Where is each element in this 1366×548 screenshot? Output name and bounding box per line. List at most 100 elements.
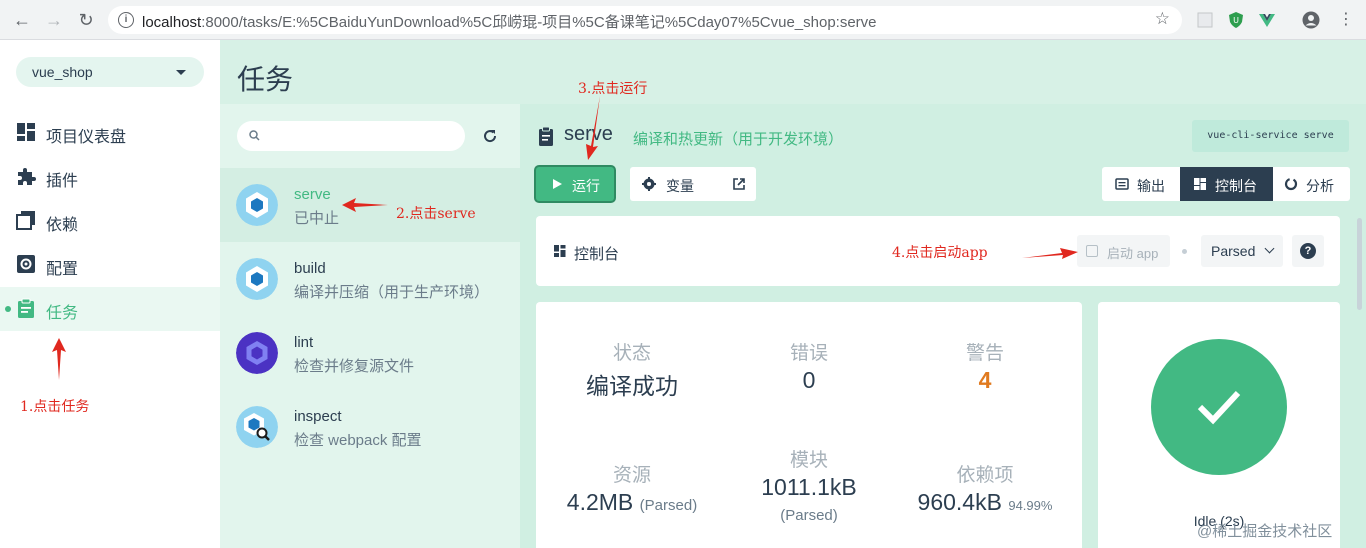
run-label: 运行	[572, 178, 600, 194]
arrow-down-icon	[586, 96, 600, 160]
sidebar-item-config[interactable]: 配置	[0, 243, 220, 287]
task-name: lint	[294, 334, 314, 351]
command-badge: vue-cli-service serve	[1192, 120, 1349, 152]
stat-label: 模块	[789, 450, 828, 471]
stat-label: 依赖项	[956, 465, 1014, 486]
status-card: Idle (2s)	[1098, 302, 1340, 548]
inspect-icon	[236, 406, 278, 448]
donut-chart-icon	[1284, 177, 1298, 191]
tab-analyze[interactable]: 分析	[1273, 167, 1350, 201]
stat-number: 4.2MB	[566, 489, 634, 515]
stat-status: 状态 编译成功	[547, 338, 717, 401]
annotation-step-2: 2.点击serve	[396, 206, 476, 222]
address-bar[interactable]: i localhost:8000/tasks/E:%5CBaiduYunDown…	[108, 6, 1182, 34]
success-indicator	[1151, 339, 1287, 475]
task-search-input[interactable]	[237, 121, 465, 151]
arrow-right-icon	[1022, 248, 1078, 259]
stat-value: 编译成功	[586, 373, 678, 399]
stat-assets: 资源 4.2MB (Parsed)	[547, 460, 717, 516]
stat-modules: 模块 1011.1kB (Parsed)	[724, 445, 894, 524]
back-icon[interactable]: ←	[10, 8, 34, 32]
bookmark-star-icon[interactable]: ☆	[1155, 9, 1170, 29]
chevron-down-icon	[1264, 243, 1275, 254]
task-name: inspect	[294, 408, 342, 425]
project-name: vue_shop	[32, 64, 93, 80]
open-app-icon	[1086, 245, 1098, 257]
watermark: @稀土掘金技术社区	[1197, 523, 1333, 540]
gear-icon	[642, 177, 656, 191]
task-desc: 检查 webpack 配置	[294, 432, 422, 449]
stat-number: 960.4kB	[917, 489, 1002, 515]
stat-note: 94.99%	[1008, 498, 1053, 513]
tab-console[interactable]: 控制台	[1180, 167, 1273, 201]
tab-output[interactable]: 输出	[1102, 167, 1180, 201]
refresh-icon[interactable]	[482, 128, 498, 144]
run-button[interactable]: 运行	[536, 167, 614, 201]
annotation-step-4: 4.点击启动app	[892, 245, 988, 261]
tab-output-label: 输出	[1137, 178, 1165, 194]
sidebar-item-label: 项目仪表盘	[46, 129, 127, 146]
stats-card: 状态 编译成功 错误 0 警告 4 资源 4.2MB (Parsed) 模块 1…	[536, 302, 1082, 548]
vue-devtools-icon[interactable]	[1258, 11, 1276, 29]
size-mode-value: Parsed	[1211, 243, 1256, 259]
clipboard-icon	[539, 126, 553, 146]
profile-avatar-icon[interactable]	[1302, 11, 1320, 29]
project-selector[interactable]: vue_shop	[16, 57, 204, 87]
stat-label: 资源	[612, 465, 651, 486]
size-mode-select[interactable]: Parsed	[1201, 235, 1283, 267]
stat-note: (Parsed)	[780, 507, 838, 524]
sidebar: vue_shop 项目仪表盘 插件 依赖 配置 任务	[0, 40, 220, 548]
scrollbar-thumb[interactable]	[1357, 218, 1362, 310]
extension-icon[interactable]	[1196, 11, 1214, 29]
eslint-icon	[236, 332, 278, 374]
play-icon	[553, 179, 562, 189]
svg-text:U: U	[1233, 16, 1239, 25]
task-item-inspect[interactable]: inspect 检查 webpack 配置	[220, 390, 520, 464]
task-item-build[interactable]: build 编译并压缩（用于生产环境）	[220, 242, 520, 316]
sidebar-item-label: 依赖	[46, 217, 79, 234]
console-title: 控制台	[574, 246, 620, 263]
url-text: localhost:8000/tasks/E:%5CBaiduYunDownlo…	[142, 11, 877, 32]
variables-button[interactable]: 变量	[630, 167, 727, 201]
dashboard-icon	[1194, 178, 1206, 190]
menu-more-icon[interactable]: ⋮	[1334, 8, 1358, 32]
sidebar-item-tasks[interactable]: 任务	[0, 287, 220, 331]
stat-label: 错误	[789, 343, 828, 364]
forward-icon[interactable]: →	[42, 8, 66, 32]
dashboard-icon	[554, 245, 566, 257]
dependencies-icon	[16, 211, 35, 230]
sidebar-item-dashboard[interactable]: 项目仪表盘	[0, 111, 220, 155]
launch-app-label: 启动 app	[1107, 246, 1159, 261]
page-title: 任务	[237, 64, 294, 95]
sidebar-item-label: 任务	[46, 305, 79, 322]
checkmark-icon	[1197, 390, 1241, 425]
sidebar-item-dependencies[interactable]: 依赖	[0, 199, 220, 243]
open-in-new-button[interactable]	[722, 167, 756, 201]
site-info-icon[interactable]: i	[118, 12, 134, 28]
task-item-lint[interactable]: lint 检查并修复源文件	[220, 316, 520, 390]
task-name: build	[294, 260, 326, 277]
stat-value: 1011.1kB	[761, 474, 857, 500]
stat-dependencies: 依赖项 960.4kB 94.99%	[900, 460, 1070, 516]
launch-app-button[interactable]: 启动 app	[1077, 235, 1170, 267]
search-icon	[249, 130, 260, 141]
adblock-shield-icon[interactable]: U	[1227, 11, 1245, 29]
main-content: 任务 serve 已中止 build 编译并压缩（用于生产环境） lint 检查…	[220, 40, 1366, 548]
stat-label: 状态	[612, 343, 651, 364]
separator-dot	[1182, 249, 1187, 254]
output-icon	[1115, 178, 1129, 190]
reload-icon[interactable]: ↻	[74, 8, 98, 32]
variables-label: 变量	[666, 178, 694, 194]
help-button[interactable]: ?	[1292, 235, 1324, 267]
stat-value: 4	[978, 367, 992, 393]
sidebar-item-label: 插件	[46, 173, 79, 190]
url-host: localhost	[142, 14, 202, 31]
stat-value: 4.2MB (Parsed)	[547, 489, 717, 516]
sidebar-item-plugins[interactable]: 插件	[0, 155, 220, 199]
annotation-step-1: 1.点击任务	[20, 399, 90, 415]
sidebar-item-label: 配置	[46, 261, 79, 278]
puzzle-icon	[18, 168, 36, 185]
open-in-new-icon	[733, 178, 745, 190]
arrow-up-icon	[52, 338, 66, 380]
webpack-icon	[236, 258, 278, 300]
